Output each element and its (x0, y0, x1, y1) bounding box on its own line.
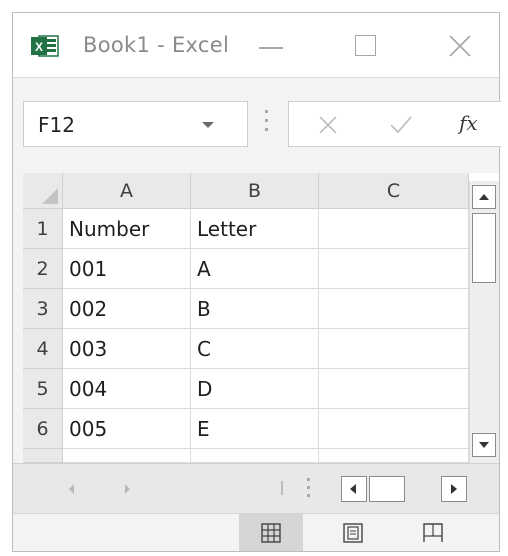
tab-resize-handle[interactable] (307, 478, 310, 502)
maximize-button[interactable] (355, 35, 376, 56)
cell-a4[interactable]: 003 (63, 329, 191, 369)
close-button[interactable] (447, 33, 473, 59)
arrow-up-icon (479, 194, 489, 200)
arrow-right-icon (451, 484, 457, 494)
row-header-7-partial[interactable] (23, 449, 63, 463)
row-header-1[interactable]: 1 (23, 209, 63, 249)
sheet-tab-bar (13, 463, 499, 513)
cell-c4[interactable] (319, 329, 469, 369)
vertical-scrollbar[interactable] (469, 181, 499, 463)
cell-a7-partial[interactable] (63, 449, 191, 463)
page-break-preview-icon[interactable] (423, 523, 443, 543)
enter-checkmark-icon[interactable] (389, 114, 413, 136)
cell-c1[interactable] (319, 209, 469, 249)
name-box-value: F12 (38, 113, 75, 137)
row-header-3[interactable]: 3 (23, 289, 63, 329)
cell-b7-partial[interactable] (191, 449, 319, 463)
arrow-down-icon (479, 442, 489, 448)
tab-split-handle[interactable] (281, 481, 283, 495)
cell-c3[interactable] (319, 289, 469, 329)
cell-b4[interactable]: C (191, 329, 319, 369)
minimize-button[interactable] (259, 47, 283, 49)
column-header-c[interactable]: C (319, 173, 469, 209)
column-header-b[interactable]: B (191, 173, 319, 209)
formula-bar-resize-handle[interactable] (265, 110, 269, 138)
normal-view-icon (261, 523, 281, 543)
status-bar (13, 513, 499, 551)
scroll-up-button[interactable] (472, 185, 496, 209)
horizontal-scroll-thumb[interactable] (369, 476, 405, 502)
row-header-5[interactable]: 5 (23, 369, 63, 409)
arrow-left-icon (350, 484, 356, 494)
next-sheet-icon[interactable] (125, 484, 130, 494)
cell-a1[interactable]: Number (63, 209, 191, 249)
previous-sheet-icon[interactable] (69, 484, 74, 494)
select-all-corner[interactable] (23, 173, 63, 209)
cell-c6[interactable] (319, 409, 469, 449)
cell-b2[interactable]: A (191, 249, 319, 289)
cell-a6[interactable]: 005 (63, 409, 191, 449)
spreadsheet-grid: A B C 1 Number Letter 2 001 A 3 002 B 4 … (23, 173, 499, 463)
excel-logo-icon: X (31, 35, 59, 57)
cell-b5[interactable]: D (191, 369, 319, 409)
row-header-2[interactable]: 2 (23, 249, 63, 289)
cell-a5[interactable]: 004 (63, 369, 191, 409)
scroll-left-button[interactable] (341, 476, 367, 502)
excel-window: X Book1 - Excel F12 fx A B C 1 Number Le… (12, 12, 501, 552)
cell-c5[interactable] (319, 369, 469, 409)
formula-bar: F12 fx (13, 78, 501, 176)
row-header-4[interactable]: 4 (23, 329, 63, 369)
formula-input[interactable]: fx (288, 101, 501, 147)
row-header-6[interactable]: 6 (23, 409, 63, 449)
cancel-icon[interactable] (317, 114, 339, 136)
scroll-right-button[interactable] (441, 476, 467, 502)
horizontal-scrollbar[interactable] (341, 476, 475, 502)
excel-logo-letter: X (35, 40, 43, 54)
cell-b3[interactable]: B (191, 289, 319, 329)
column-header-a[interactable]: A (63, 173, 191, 209)
cell-b6[interactable]: E (191, 409, 319, 449)
cell-a2[interactable]: 001 (63, 249, 191, 289)
cell-b1[interactable]: Letter (191, 209, 319, 249)
title-bar: X Book1 - Excel (13, 13, 499, 78)
name-box[interactable]: F12 (23, 101, 248, 147)
page-layout-view-icon[interactable] (343, 523, 363, 543)
chevron-down-icon[interactable] (202, 122, 214, 128)
vertical-scroll-thumb[interactable] (472, 213, 496, 283)
cell-c2[interactable] (319, 249, 469, 289)
cell-c7-partial[interactable] (319, 449, 469, 463)
insert-function-button[interactable]: fx (459, 111, 478, 135)
scroll-down-button[interactable] (472, 433, 496, 457)
cell-a3[interactable]: 002 (63, 289, 191, 329)
window-title: Book1 - Excel (83, 33, 230, 57)
normal-view-button[interactable] (239, 514, 303, 551)
